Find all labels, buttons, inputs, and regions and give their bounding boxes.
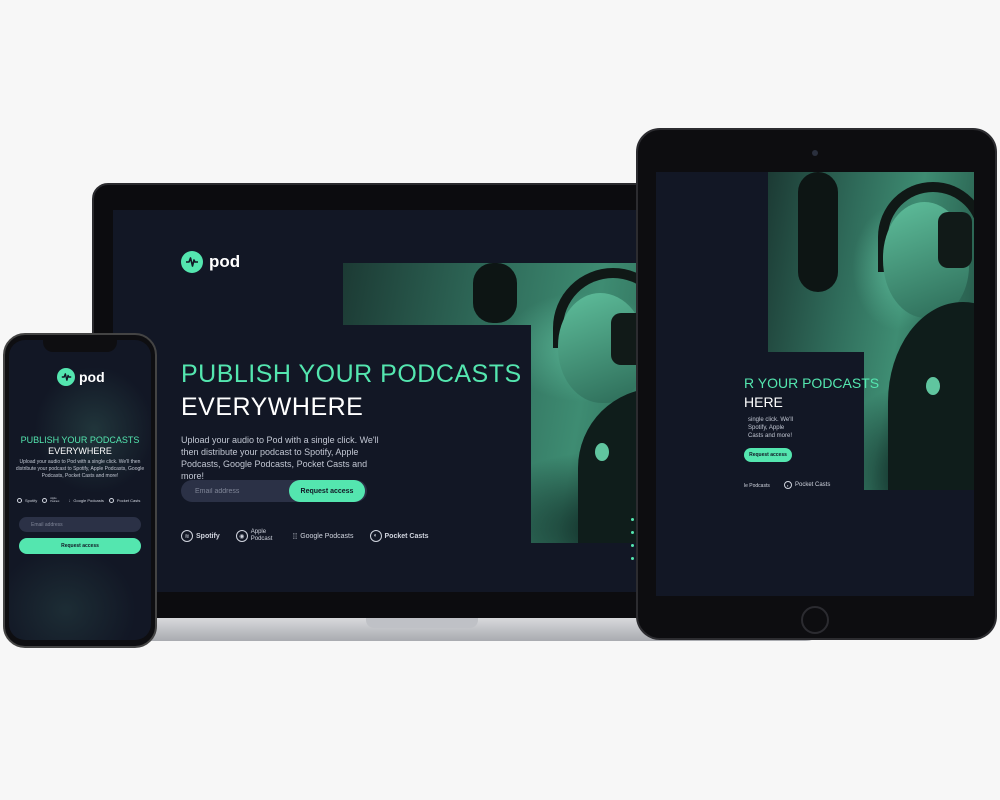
phone-platform-list: Spotify Apple Podcast ⁞ Google Podcasts …	[17, 497, 140, 503]
phone-platform-pocket: Pocket Casts	[108, 497, 140, 503]
waveform-icon	[57, 368, 75, 386]
brand-logo[interactable]: pod	[181, 251, 240, 273]
spotify-icon: ≋	[181, 530, 193, 542]
tablet-request-access-button[interactable]: Request access	[744, 448, 792, 462]
dot	[631, 557, 634, 560]
tablet-desc-1: single click. We'll	[748, 417, 794, 423]
phone-description: Upload your audio to Pod with a single c…	[15, 459, 145, 479]
hero-description: Upload your audio to Pod with a single c…	[181, 435, 379, 481]
google-podcasts-icon: ⁞⁞	[292, 531, 298, 541]
phone-platform-apple: Apple Podcast	[42, 497, 64, 503]
tablet-headline-line1: R YOUR PODCASTS	[744, 375, 880, 391]
tablet-platform-pocket: ◐ Pocket Casts	[784, 481, 830, 489]
phone-request-access-button[interactable]: Request access	[19, 538, 141, 554]
dot	[631, 544, 634, 547]
request-access-button[interactable]: Request access	[289, 480, 365, 502]
phone-headline-line1: PUBLISH YOUR PODCASTS	[20, 435, 140, 445]
phone-brand-name: pod	[79, 369, 105, 385]
email-input[interactable]	[181, 480, 289, 502]
pocket-casts-icon: ◐	[784, 481, 792, 489]
tablet-platform-google: le Podcasts	[744, 483, 770, 489]
google-podcasts-icon: ⁞	[69, 497, 71, 503]
tablet-headline-line2: HERE	[744, 394, 783, 410]
phone-platform-spotify: Spotify	[17, 497, 37, 503]
apple-podcasts-icon	[42, 497, 48, 503]
pocket-casts-icon: ◐	[369, 530, 382, 542]
platform-spotify: ≋ Spotify	[181, 530, 220, 542]
platform-list: ≋ Spotify ◉ Apple Podcast ⁞⁞ Google Podc…	[181, 529, 428, 543]
phone-platform-google: ⁞ Google Podcasts	[69, 497, 104, 503]
apple-podcasts-icon: ◉	[235, 530, 248, 542]
email-form: Request access	[181, 480, 367, 502]
spotify-icon	[17, 497, 22, 503]
dot	[631, 531, 634, 534]
phone-email-form	[19, 517, 141, 532]
tablet-desc-3: Casts and more!	[748, 433, 793, 439]
waveform-icon	[181, 251, 203, 273]
phone-headline-line2: EVERYWHERE	[48, 446, 112, 456]
headline-line1: PUBLISH YOUR PODCASTS	[181, 360, 522, 388]
phone-email-input[interactable]	[19, 517, 139, 532]
pocket-casts-icon	[108, 497, 114, 503]
headline-line2: EVERYWHERE	[181, 393, 364, 421]
brand-name: pod	[209, 252, 241, 271]
tablet-screen: R YOUR PODCASTS HERE single click. We'll…	[656, 172, 974, 596]
phone-screen: pod PUBLISH YOUR PODCASTS EVERYWHERE Upl…	[9, 340, 151, 640]
tablet-camera	[812, 150, 818, 156]
laptop-notch	[366, 618, 478, 628]
phone-brand-logo[interactable]: pod	[57, 368, 105, 386]
phone-notch	[43, 340, 117, 352]
platform-google-podcasts: ⁞⁞ Google Podcasts	[292, 531, 354, 541]
tablet-home-button[interactable]	[801, 606, 829, 634]
platform-pocket-casts: ◐ Pocket Casts	[369, 530, 428, 542]
tablet-desc-2: Spotify, Apple	[748, 425, 785, 431]
dot	[631, 518, 634, 521]
platform-apple-podcast: ◉ Apple Podcast	[235, 529, 277, 543]
